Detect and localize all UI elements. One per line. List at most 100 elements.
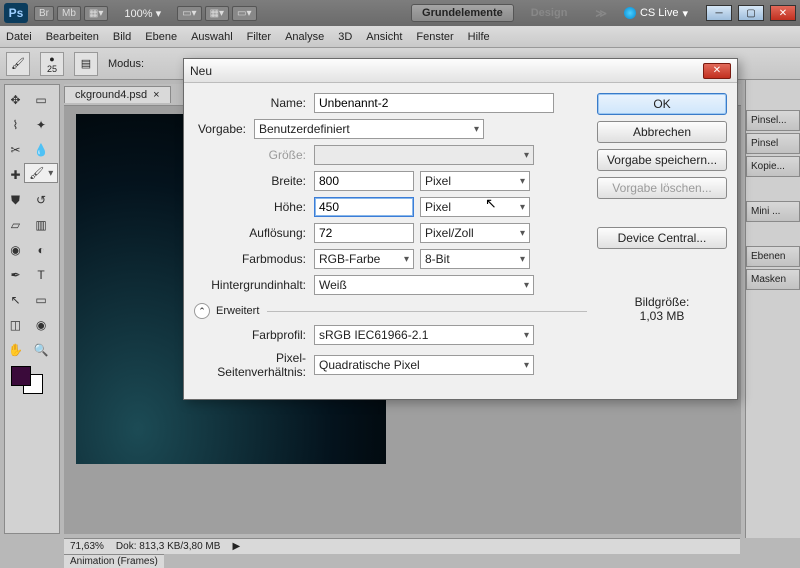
wand-tool[interactable]: ✦ <box>24 113 58 137</box>
preset-select[interactable]: Benutzerdefiniert <box>254 119 484 139</box>
minibridge-button[interactable]: Mb <box>57 6 81 21</box>
crop-tool[interactable]: ✂ <box>8 138 23 162</box>
window-maximize[interactable]: ▢ <box>738 5 764 21</box>
pixelratio-label: Pixel-Seitenverhältnis: <box>194 351 314 379</box>
cslive-button[interactable]: CS Live ▾ <box>624 7 688 20</box>
right-panels: Pinsel... Pinsel Kopie... Mini ... Ebene… <box>745 80 800 538</box>
screen-mode-button[interactable]: ▭▾ <box>232 6 256 21</box>
window-minimize[interactable]: ─ <box>706 5 732 21</box>
layout-button[interactable]: ▦▾ <box>84 6 108 21</box>
cancel-button[interactable]: Abbrechen <box>597 121 727 143</box>
status-bar: 71,63% Dok: 813,3 KB/3,80 MB ▶ <box>64 538 740 554</box>
workspace-more[interactable]: ≫ <box>584 4 618 23</box>
status-zoom[interactable]: 71,63% <box>70 541 104 552</box>
dialog-close-button[interactable]: ✕ <box>703 63 731 79</box>
workspace-essentials[interactable]: Grundelemente <box>411 4 514 22</box>
menu-fenster[interactable]: Fenster <box>416 31 453 43</box>
document-tab[interactable]: ckground4.psd× <box>64 86 171 103</box>
advanced-label: Erweitert <box>216 305 259 317</box>
save-preset-button[interactable]: Vorgabe speichern... <box>597 149 727 171</box>
panel-pinselvorgaben[interactable]: Pinsel... <box>746 110 800 131</box>
brush-preview-icon[interactable]: ●25 <box>40 52 64 76</box>
stamp-tool[interactable]: ⛊ <box>8 188 23 212</box>
app-titlebar: Ps Br Mb ▦▾ 100% ▾ ▭▾ ▦▾ ▭▾ Grundelement… <box>0 0 800 26</box>
view-extras-button[interactable]: ▭▾ <box>177 6 201 21</box>
ok-button[interactable]: OK <box>597 93 727 115</box>
lasso-tool[interactable]: ⌇ <box>8 113 23 137</box>
animation-panel-tab[interactable]: Animation (Frames) <box>64 554 164 568</box>
brush-tool[interactable]: 🖌 <box>24 163 58 183</box>
path-tool[interactable]: ↖ <box>8 288 23 312</box>
name-input[interactable] <box>314 93 554 113</box>
status-docinfo-label: Dok: <box>116 541 137 552</box>
size-select <box>314 145 534 165</box>
marquee-tool[interactable]: ▭ <box>24 88 58 112</box>
height-unit-select[interactable]: Pixel <box>420 197 530 217</box>
pixelratio-select[interactable]: Quadratische Pixel <box>314 355 534 375</box>
panel-masken[interactable]: Masken <box>746 269 800 290</box>
resolution-label: Auflösung: <box>194 226 314 240</box>
menu-auswahl[interactable]: Auswahl <box>191 31 233 43</box>
width-unit-select[interactable]: Pixel <box>420 171 530 191</box>
menu-ebene[interactable]: Ebene <box>145 31 177 43</box>
colorprofile-label: Farbprofil: <box>194 328 314 342</box>
menu-ansicht[interactable]: Ansicht <box>366 31 402 43</box>
window-close[interactable]: ✕ <box>770 5 796 21</box>
foreground-swatch[interactable] <box>11 366 31 386</box>
height-label: Höhe: <box>194 200 314 214</box>
mode-label: Modus: <box>108 58 144 70</box>
type-tool[interactable]: T <box>24 263 58 287</box>
height-input[interactable] <box>314 197 414 217</box>
workspace-design[interactable]: Design <box>520 4 579 22</box>
size-label: Größe: <box>194 148 314 162</box>
toolbox: ✥▭ ⌇✦ ✂💧 ✚🖌 ⛊↺ ▱▥ ◉◐ ✒T ↖▭ ◫◉ ✋🔍 <box>4 84 60 534</box>
shape-tool[interactable]: ▭ <box>24 288 58 312</box>
panel-ebenen[interactable]: Ebenen <box>746 246 800 267</box>
resolution-unit-select[interactable]: Pixel/Zoll <box>420 223 530 243</box>
zoom-tool[interactable]: 🔍 <box>24 338 58 362</box>
blur-tool[interactable]: ◉ <box>8 238 23 262</box>
bitdepth-select[interactable]: 8-Bit <box>420 249 530 269</box>
bridge-button[interactable]: Br <box>34 6 54 21</box>
color-swatches[interactable] <box>8 363 58 403</box>
width-input[interactable] <box>314 171 414 191</box>
menu-filter[interactable]: Filter <box>247 31 271 43</box>
colormode-select[interactable]: RGB-Farbe <box>314 249 414 269</box>
arrange-button[interactable]: ▦▾ <box>205 6 229 21</box>
status-menu-icon[interactable]: ▶ <box>232 541 240 552</box>
heal-tool[interactable]: ✚ <box>8 163 23 187</box>
device-central-button[interactable]: Device Central... <box>597 227 727 249</box>
panel-pinsel[interactable]: Pinsel <box>746 133 800 154</box>
dodge-tool[interactable]: ◐ <box>24 238 58 262</box>
3d-tool[interactable]: ◫ <box>8 313 23 337</box>
menu-bild[interactable]: Bild <box>113 31 131 43</box>
new-document-dialog: Neu ✕ Name: Vorgabe: Benutzerdefiniert G… <box>183 58 738 400</box>
panel-kopierquelle[interactable]: Kopie... <box>746 156 800 177</box>
dialog-titlebar[interactable]: Neu ✕ <box>184 59 737 83</box>
menu-datei[interactable]: Datei <box>6 31 32 43</box>
menu-analyse[interactable]: Analyse <box>285 31 324 43</box>
3d-camera-tool[interactable]: ◉ <box>24 313 58 337</box>
dialog-title: Neu <box>190 64 212 78</box>
eraser-tool[interactable]: ▱ <box>8 213 23 237</box>
close-icon[interactable]: × <box>153 89 159 101</box>
menu-bearbeiten[interactable]: Bearbeiten <box>46 31 99 43</box>
gradient-tool[interactable]: ▥ <box>24 213 58 237</box>
width-label: Breite: <box>194 174 314 188</box>
zoom-indicator[interactable]: 100% ▾ <box>124 7 161 20</box>
menu-3d[interactable]: 3D <box>338 31 352 43</box>
colorprofile-select[interactable]: sRGB IEC61966-2.1 <box>314 325 534 345</box>
eyedropper-tool[interactable]: 💧 <box>24 138 58 162</box>
status-docinfo: 813,3 KB/3,80 MB <box>139 541 220 552</box>
history-brush-tool[interactable]: ↺ <box>24 188 58 212</box>
advanced-toggle[interactable]: ⌃ <box>194 303 210 319</box>
bgcontent-select[interactable]: Weiß <box>314 275 534 295</box>
pen-tool[interactable]: ✒ <box>8 263 23 287</box>
hand-tool[interactable]: ✋ <box>8 338 23 362</box>
tool-preset-icon[interactable]: 🖌 <box>6 52 30 76</box>
resolution-input[interactable] <box>314 223 414 243</box>
menu-hilfe[interactable]: Hilfe <box>468 31 490 43</box>
brush-panel-icon[interactable]: ▤ <box>74 52 98 76</box>
panel-mini[interactable]: Mini ... <box>746 201 800 222</box>
move-tool[interactable]: ✥ <box>8 88 23 112</box>
